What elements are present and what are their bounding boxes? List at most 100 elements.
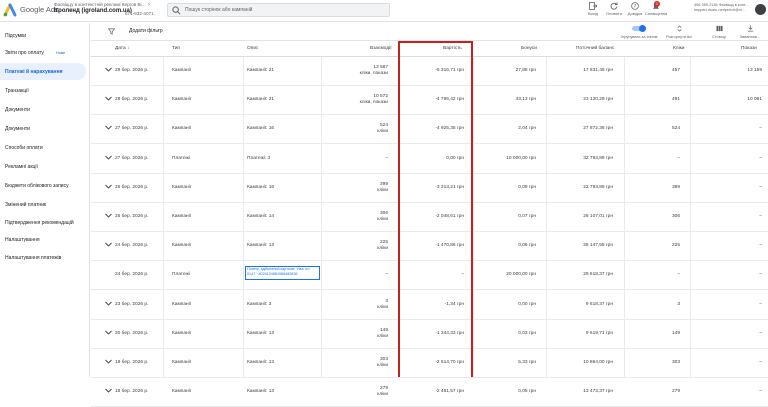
- sidebar-item-label: Рекламні акції: [5, 163, 38, 170]
- clicks-cell: 306: [671, 214, 680, 219]
- google-ads-logo-icon[interactable]: [3, 3, 19, 17]
- bonus-cell: 0,09 грн: [518, 184, 536, 190]
- impressions-cell: –: [759, 126, 762, 132]
- date-cell: 19 бер. 2026 р.: [115, 360, 149, 365]
- table-row[interactable]: 29 бер. 2026 р. Кампанії Кампанії: 21 13 58…: [91, 57, 768, 86]
- sidebar-item-payment-methods[interactable]: Способи оплати: [0, 139, 90, 156]
- sidebar-item-label: Звіти про оплату: [5, 49, 44, 56]
- type-cell: Платежі: [172, 272, 190, 278]
- logout-button[interactable]: Вихід: [582, 2, 604, 16]
- chevron-down-icon[interactable]: [105, 125, 112, 131]
- description-cell: Кампанії: 13: [247, 360, 275, 365]
- sidebar-item-documents-1[interactable]: Документи: [0, 101, 90, 118]
- table-row[interactable]: 27 бер. 2026 р. Платежі Платежі: 3 – 0,00 гр…: [91, 145, 768, 174]
- chevron-down-icon[interactable]: [105, 330, 112, 335]
- sidebar-item-label: Підтвердження рекомендацій: [5, 220, 74, 226]
- column-header-type[interactable]: Тип: [172, 46, 180, 51]
- chevron-down-icon[interactable]: [105, 67, 112, 72]
- type-cell: Кампанії: [172, 301, 192, 307]
- bonus-cell: 43,13 грн: [515, 97, 536, 103]
- balance-cell: 22 793,89 грн: [583, 184, 613, 190]
- download-button[interactable]: Завантаж...: [735, 25, 765, 39]
- table-row[interactable]: 28 бер. 2026 р. Кампанії Кампанії: 21 10 57…: [91, 86, 768, 116]
- impressions-cell: –: [759, 301, 762, 307]
- balance-cell: 10 864,00 грн: [583, 360, 613, 365]
- cost-cell: -3 313,21 грн: [435, 184, 464, 190]
- payment-description-link[interactable]: Платіж, здійснений карткою: Visa •••• 01…: [245, 266, 320, 281]
- impressions-cell: –: [759, 272, 762, 278]
- sidebar-item-label: Способи оплати: [5, 144, 43, 151]
- chevron-down-icon[interactable]: [105, 155, 112, 160]
- table-row[interactable]: 27 бер. 2026 р. Кампанії Кампанії: 16 524 кл…: [91, 115, 768, 145]
- sidebar-item-confirm-recommendations[interactable]: Підтвердження рекомендацій: [0, 213, 90, 233]
- column-header-bonuses[interactable]: Бонуси: [521, 46, 537, 51]
- table-row[interactable]: 25 бер. 2026 р. Кампанії Кампанії: 14 306 кл…: [91, 203, 768, 232]
- table-row[interactable]: 24 бер. 2026 р. Кампанії Кампанії: 13 225 кл…: [91, 232, 768, 262]
- clicks-cell: –: [677, 155, 680, 161]
- refresh-button[interactable]: Оновити: [603, 2, 625, 16]
- sidebar-item-label: Підсумки: [5, 32, 26, 39]
- table-row[interactable]: 19 бер. 2026 р. Кампанії Кампанії: 13 303 кл…: [91, 349, 768, 378]
- avatar[interactable]: [755, 4, 766, 15]
- table-row[interactable]: 18 бер. 2026 р. Кампанії Кампанії: 13 279 кл…: [91, 378, 768, 407]
- sidebar-item-payments-charges[interactable]: Платежі й нарахування: [0, 63, 86, 80]
- table-row[interactable]: 24 бер. 2026 р. Платежі Платіж, здійснений…: [91, 261, 768, 291]
- clicks-cell: 279: [671, 389, 680, 395]
- column-header-date[interactable]: Дата ↓: [115, 46, 129, 51]
- column-divider: [243, 57, 244, 377]
- column-header-description[interactable]: Опис: [247, 46, 258, 51]
- group-by-type-toggle[interactable]: Згрупувати за типом: [619, 25, 659, 39]
- filter-icon[interactable]: [108, 28, 115, 35]
- column-header-clicks[interactable]: Кліки: [673, 46, 684, 51]
- table-row[interactable]: 23 бер. 2026 р. Кампанії Кампанії: 3 3 кліки…: [91, 291, 768, 320]
- sidebar-item-promotions[interactable]: Рекламні акції: [0, 158, 90, 175]
- sidebar-item-label: Змінений платник: [5, 201, 47, 208]
- chevron-down-icon[interactable]: [105, 359, 112, 364]
- table-row[interactable]: 20 бер. 2026 р. Кампанії Кампанії: 13 149 кл…: [91, 320, 768, 349]
- sidebar-item-documents-2[interactable]: Документи: [0, 120, 90, 137]
- search-placeholder: Пошук сторінок або кампаній: [185, 7, 253, 13]
- sidebar-item-transactions[interactable]: Транзакції: [0, 82, 90, 99]
- sidebar-item-account-budgets[interactable]: Бюджети облікового запису: [0, 176, 90, 196]
- balance-cell: 17 831,46 грн: [583, 68, 613, 73]
- chevron-down-icon[interactable]: [105, 184, 112, 189]
- sidebar-item-label: Платежі й нарахування: [5, 68, 63, 75]
- search-input[interactable]: Пошук сторінок або кампаній: [167, 3, 390, 17]
- column-header-interactions[interactable]: Взаємодії: [370, 46, 392, 51]
- column-header-date-label: Дата: [115, 46, 126, 51]
- sidebar-item-changed-payer[interactable]: Змінений платник: [0, 196, 90, 213]
- chevron-down-icon[interactable]: [105, 388, 112, 393]
- chevron-down-icon[interactable]: [105, 96, 112, 101]
- cost-cell: -5 316,71 грн: [435, 68, 464, 73]
- impressions-cell: –: [759, 155, 762, 161]
- account-selector[interactable]: Фасвіццу в контекстній рекламі Кергов Bi…: [54, 2, 154, 16]
- column-header-balance[interactable]: Поточний баланс: [576, 46, 614, 51]
- column-header-cost[interactable]: Вартість: [443, 46, 462, 51]
- chevron-down-icon[interactable]: [105, 213, 112, 218]
- user-info[interactable]: 406-359-2136 Фасвіщц в конт... hepperi-r…: [694, 3, 752, 13]
- description-cell: Кампанії: 21: [247, 97, 275, 103]
- help-button[interactable]: ? Довідка: [624, 2, 646, 16]
- date-cell: 24 бер. 2026 р.: [115, 272, 149, 278]
- cost-cell: -2 614,70 грн: [435, 360, 464, 365]
- impressions-cell: –: [759, 214, 762, 219]
- clicks-cell: 399: [671, 184, 680, 190]
- column-divider: [624, 57, 625, 377]
- clicks-cell: 149: [671, 330, 680, 336]
- sidebar-item-settings[interactable]: Налаштування: [0, 231, 90, 248]
- interactions-unit: кліки, покази: [359, 100, 388, 106]
- expand-all-button[interactable]: Розгорнути всі: [663, 25, 695, 39]
- chevron-down-icon[interactable]: [105, 301, 112, 306]
- table-row[interactable]: 26 бер. 2026 р. Кампанії Кампанії: 16 399 кл…: [91, 174, 768, 203]
- add-filter-button[interactable]: Додати фільтр: [129, 28, 163, 34]
- chevron-down-icon[interactable]: [105, 242, 112, 247]
- cost-cell: -4 795,42 грн: [435, 97, 464, 103]
- chevron-right-icon[interactable]: ›: [148, 2, 150, 8]
- columns-button[interactable]: Стовпці: [708, 25, 730, 39]
- date-cell: 20 бер. 2026 р.: [115, 330, 149, 336]
- sidebar-item-summary[interactable]: Підсумки: [0, 27, 90, 44]
- column-header-impressions[interactable]: Покази: [741, 46, 757, 51]
- sidebar-item-payment-settings[interactable]: Налаштування платежів: [0, 249, 90, 266]
- notifications-button[interactable]: 1 Сповіщення: [645, 1, 667, 16]
- sidebar-item-payment-reports[interactable]: Звіти про оплату Нове: [0, 44, 90, 61]
